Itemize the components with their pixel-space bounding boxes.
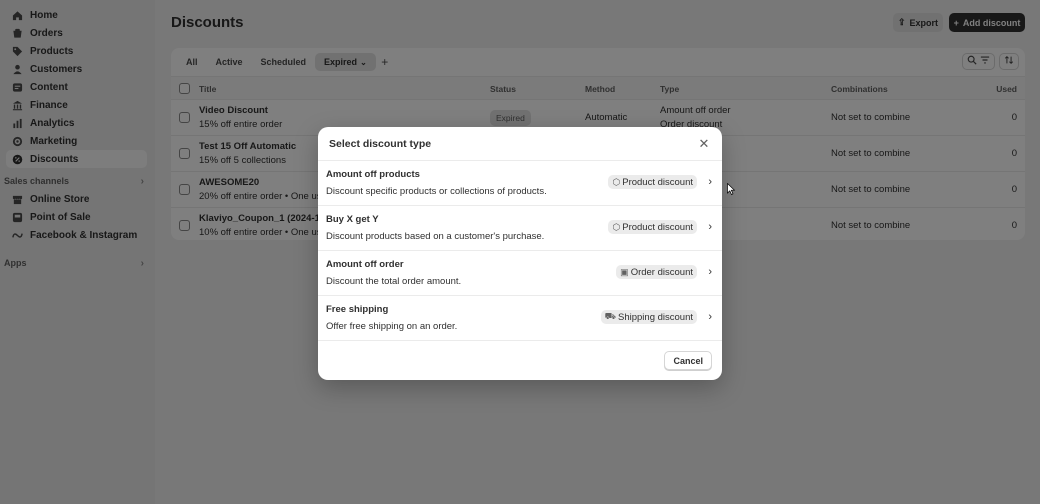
- option-free-shipping[interactable]: Free shipping Offer free shipping on an …: [318, 296, 722, 341]
- chevron-right-icon: ›: [708, 176, 712, 188]
- cart-icon: ▣: [620, 266, 629, 277]
- option-buy-x-get-y[interactable]: Buy X get Y Discount products based on a…: [318, 206, 722, 251]
- close-icon[interactable]: ✕: [697, 136, 711, 152]
- option-amount-off-products[interactable]: Amount off products Discount specific pr…: [318, 161, 722, 206]
- modal-footer: Cancel: [318, 341, 722, 380]
- badge-label: Order discount: [630, 266, 693, 278]
- chevron-right-icon: ›: [708, 266, 712, 278]
- option-type-badge: ▣ Order discount: [616, 265, 697, 279]
- option-amount-off-order[interactable]: Amount off order Discount the total orde…: [318, 251, 722, 296]
- modal-title: Select discount type: [329, 137, 432, 150]
- option-type-badge: ⬡ Product discount: [608, 175, 697, 189]
- cancel-button[interactable]: Cancel: [664, 351, 712, 370]
- chevron-right-icon: ›: [708, 221, 712, 233]
- tag-icon: ⬡: [612, 176, 621, 187]
- mouse-pointer-icon: [727, 183, 735, 195]
- truck-icon: ⛟: [604, 311, 616, 321]
- badge-label: Product discount: [622, 176, 693, 188]
- tag-icon: ⬡: [612, 221, 621, 232]
- badge-label: Product discount: [622, 221, 693, 233]
- badge-label: Shipping discount: [618, 311, 693, 323]
- modal-header: Select discount type ✕: [318, 127, 722, 161]
- option-type-badge: ⛟ Shipping discount: [600, 310, 697, 324]
- select-discount-type-modal: Select discount type ✕ Amount off produc…: [318, 127, 722, 380]
- option-type-badge: ⬡ Product discount: [608, 220, 697, 234]
- chevron-right-icon: ›: [708, 311, 712, 323]
